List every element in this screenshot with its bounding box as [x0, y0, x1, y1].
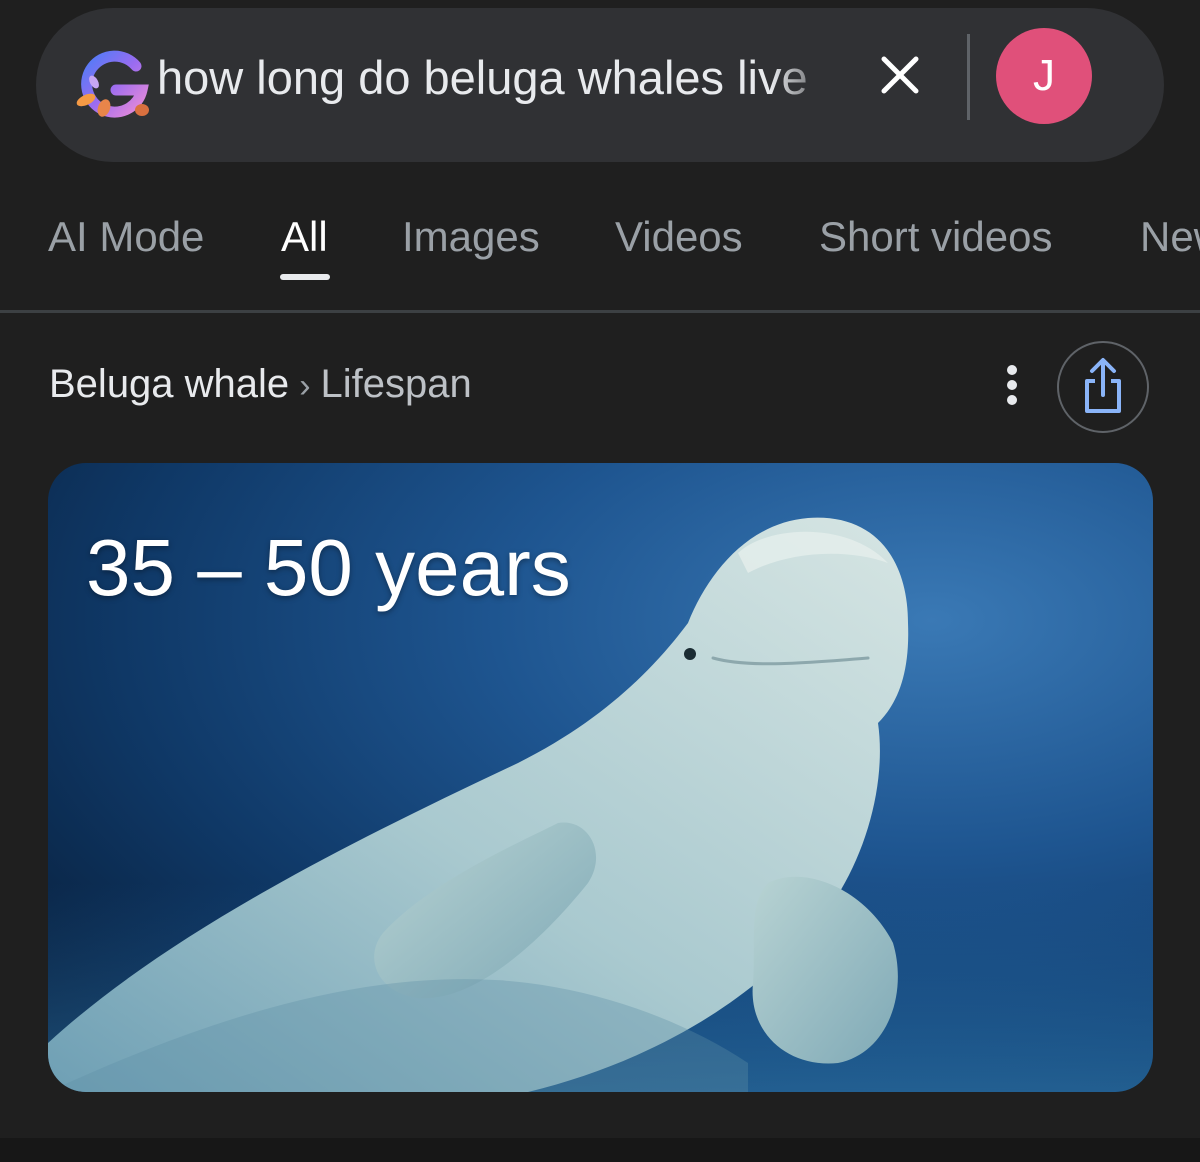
bottom-divider [0, 1138, 1200, 1162]
breadcrumb-entity[interactable]: Beluga whale [49, 362, 289, 406]
tab-videos[interactable]: Videos [615, 210, 743, 264]
search-tabs: AI Mode All Images Videos Short videos N… [0, 186, 1200, 310]
active-tab-indicator [280, 274, 330, 280]
breadcrumb-attribute: Lifespan [320, 362, 472, 406]
breadcrumb-separator: › [299, 367, 311, 405]
tab-news[interactable]: News [1140, 210, 1200, 264]
account-avatar[interactable]: J [996, 28, 1092, 124]
close-icon[interactable] [872, 47, 928, 103]
answer-card[interactable]: 35 – 50 years [48, 463, 1153, 1092]
share-button[interactable] [1057, 341, 1149, 433]
search-bar-divider [967, 34, 970, 120]
search-input[interactable]: how long do beluga whales live [157, 48, 839, 108]
answer-value: 35 – 50 years [86, 523, 571, 612]
tab-all[interactable]: All [281, 210, 328, 264]
tab-images[interactable]: Images [402, 210, 540, 264]
tab-ai-mode[interactable]: AI Mode [48, 210, 204, 264]
tabs-divider [0, 310, 1200, 313]
breadcrumb: Beluga whale › Lifespan [49, 356, 472, 412]
more-vert-icon[interactable] [990, 360, 1034, 410]
tab-short-videos[interactable]: Short videos [819, 210, 1052, 264]
google-g-logo-icon[interactable] [70, 44, 160, 124]
share-icon [1085, 358, 1121, 413]
